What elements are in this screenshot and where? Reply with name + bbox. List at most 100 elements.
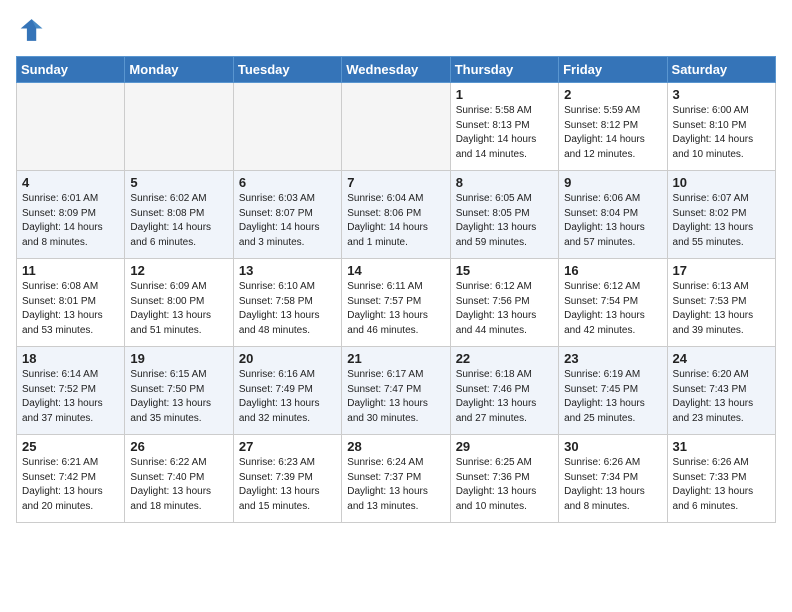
day-number: 27 [239,439,336,454]
day-info: Sunrise: 6:19 AM Sunset: 7:45 PM Dayligh… [564,368,661,426]
day-number: 16 [564,263,661,278]
day-number: 7 [347,175,444,190]
calendar-day: 13 Sunrise: 6:10 AM Sunset: 7:58 PM Dayli… [233,259,341,347]
calendar-table: SundayMondayTuesdayWednesdayThursdayFrid… [16,56,776,523]
day-info: Sunrise: 6:25 AM Sunset: 7:36 PM Dayligh… [456,456,553,514]
day-number: 24 [673,351,770,366]
day-info: Sunrise: 6:20 AM Sunset: 7:43 PM Dayligh… [673,368,770,426]
weekday-friday: Friday [559,57,667,83]
day-number: 14 [347,263,444,278]
calendar-day: 5 Sunrise: 6:02 AM Sunset: 8:08 PM Daylig… [125,171,233,259]
weekday-saturday: Saturday [667,57,775,83]
day-info: Sunrise: 6:22 AM Sunset: 7:40 PM Dayligh… [130,456,227,514]
calendar-day: 7 Sunrise: 6:04 AM Sunset: 8:06 PM Daylig… [342,171,450,259]
day-info: Sunrise: 6:26 AM Sunset: 7:33 PM Dayligh… [673,456,770,514]
logo [16,16,48,44]
day-number: 31 [673,439,770,454]
day-number: 8 [456,175,553,190]
weekday-tuesday: Tuesday [233,57,341,83]
day-info: Sunrise: 6:12 AM Sunset: 7:56 PM Dayligh… [456,280,553,338]
day-info: Sunrise: 6:04 AM Sunset: 8:06 PM Dayligh… [347,192,444,250]
weekday-thursday: Thursday [450,57,558,83]
calendar-week-0: 1 Sunrise: 5:58 AM Sunset: 8:13 PM Daylig… [17,83,776,171]
day-number: 11 [22,263,119,278]
day-info: Sunrise: 6:01 AM Sunset: 8:09 PM Dayligh… [22,192,119,250]
day-number: 1 [456,87,553,102]
day-number: 10 [673,175,770,190]
day-number: 26 [130,439,227,454]
day-number: 18 [22,351,119,366]
day-number: 3 [673,87,770,102]
calendar-day: 10 Sunrise: 6:07 AM Sunset: 8:02 PM Dayli… [667,171,775,259]
day-number: 29 [456,439,553,454]
day-info: Sunrise: 6:02 AM Sunset: 8:08 PM Dayligh… [130,192,227,250]
day-number: 15 [456,263,553,278]
day-info: Sunrise: 6:17 AM Sunset: 7:47 PM Dayligh… [347,368,444,426]
calendar-week-3: 18 Sunrise: 6:14 AM Sunset: 7:52 PM Dayli… [17,347,776,435]
day-info: Sunrise: 6:10 AM Sunset: 7:58 PM Dayligh… [239,280,336,338]
calendar-day: 29 Sunrise: 6:25 AM Sunset: 7:36 PM Dayli… [450,435,558,523]
calendar-day: 22Sunrise: 6:18 AM Sunset: 7:46 PM Dayli… [450,347,558,435]
calendar-week-1: 4 Sunrise: 6:01 AM Sunset: 8:09 PM Daylig… [17,171,776,259]
day-info: Sunrise: 6:05 AM Sunset: 8:05 PM Dayligh… [456,192,553,250]
day-info: Sunrise: 6:12 AM Sunset: 7:54 PM Dayligh… [564,280,661,338]
day-info: Sunrise: 6:08 AM Sunset: 8:01 PM Dayligh… [22,280,119,338]
day-number: 13 [239,263,336,278]
calendar-day: 6 Sunrise: 6:03 AM Sunset: 8:07 PM Daylig… [233,171,341,259]
calendar-day [342,83,450,171]
calendar-day: 27Sunrise: 6:23 AM Sunset: 7:39 PM Dayli… [233,435,341,523]
calendar-day: 2Sunrise: 5:59 AM Sunset: 8:12 PM Daylig… [559,83,667,171]
page-header [16,16,776,44]
day-info: Sunrise: 6:18 AM Sunset: 7:46 PM Dayligh… [456,368,553,426]
weekday-wednesday: Wednesday [342,57,450,83]
day-number: 19 [130,351,227,366]
day-info: Sunrise: 6:11 AM Sunset: 7:57 PM Dayligh… [347,280,444,338]
day-info: Sunrise: 5:58 AM Sunset: 8:13 PM Dayligh… [456,104,553,162]
day-info: Sunrise: 6:07 AM Sunset: 8:02 PM Dayligh… [673,192,770,250]
calendar-day [17,83,125,171]
calendar-day: 9Sunrise: 6:06 AM Sunset: 8:04 PM Daylig… [559,171,667,259]
weekday-monday: Monday [125,57,233,83]
logo-icon [16,16,44,44]
day-number: 23 [564,351,661,366]
calendar-day: 4 Sunrise: 6:01 AM Sunset: 8:09 PM Daylig… [17,171,125,259]
weekday-header-row: SundayMondayTuesdayWednesdayThursdayFrid… [17,57,776,83]
calendar-day: 26 Sunrise: 6:22 AM Sunset: 7:40 PM Dayli… [125,435,233,523]
calendar-header: SundayMondayTuesdayWednesdayThursdayFrid… [17,57,776,83]
day-info: Sunrise: 6:03 AM Sunset: 8:07 PM Dayligh… [239,192,336,250]
calendar-day: 8 Sunrise: 6:05 AM Sunset: 8:05 PM Daylig… [450,171,558,259]
calendar-week-2: 11 Sunrise: 6:08 AM Sunset: 8:01 PM Dayli… [17,259,776,347]
calendar-day: 19 Sunrise: 6:15 AM Sunset: 7:50 PM Dayli… [125,347,233,435]
calendar-day: 14 Sunrise: 6:11 AM Sunset: 7:57 PM Dayli… [342,259,450,347]
calendar-week-4: 25Sunrise: 6:21 AM Sunset: 7:42 PM Dayli… [17,435,776,523]
day-number: 6 [239,175,336,190]
day-info: Sunrise: 6:00 AM Sunset: 8:10 PM Dayligh… [673,104,770,162]
day-number: 25 [22,439,119,454]
calendar-day: 16 Sunrise: 6:12 AM Sunset: 7:54 PM Dayli… [559,259,667,347]
calendar-day: 31 Sunrise: 6:26 AM Sunset: 7:33 PM Dayli… [667,435,775,523]
day-number: 4 [22,175,119,190]
day-number: 5 [130,175,227,190]
day-number: 17 [673,263,770,278]
day-number: 28 [347,439,444,454]
day-info: Sunrise: 6:09 AM Sunset: 8:00 PM Dayligh… [130,280,227,338]
day-number: 9 [564,175,661,190]
calendar-day: 18 Sunrise: 6:14 AM Sunset: 7:52 PM Dayli… [17,347,125,435]
day-info: Sunrise: 6:15 AM Sunset: 7:50 PM Dayligh… [130,368,227,426]
day-number: 12 [130,263,227,278]
calendar-day [233,83,341,171]
calendar-day: 30 Sunrise: 6:26 AM Sunset: 7:34 PM Dayli… [559,435,667,523]
calendar-day: 17 Sunrise: 6:13 AM Sunset: 7:53 PM Dayli… [667,259,775,347]
calendar-day: 1 Sunrise: 5:58 AM Sunset: 8:13 PM Daylig… [450,83,558,171]
day-number: 2 [564,87,661,102]
weekday-sunday: Sunday [17,57,125,83]
calendar-day [125,83,233,171]
day-info: Sunrise: 6:13 AM Sunset: 7:53 PM Dayligh… [673,280,770,338]
calendar-day: 24 Sunrise: 6:20 AM Sunset: 7:43 PM Dayli… [667,347,775,435]
day-info: Sunrise: 6:26 AM Sunset: 7:34 PM Dayligh… [564,456,661,514]
day-info: Sunrise: 6:14 AM Sunset: 7:52 PM Dayligh… [22,368,119,426]
day-number: 20 [239,351,336,366]
day-number: 21 [347,351,444,366]
day-number: 30 [564,439,661,454]
calendar-body: 1 Sunrise: 5:58 AM Sunset: 8:13 PM Daylig… [17,83,776,523]
